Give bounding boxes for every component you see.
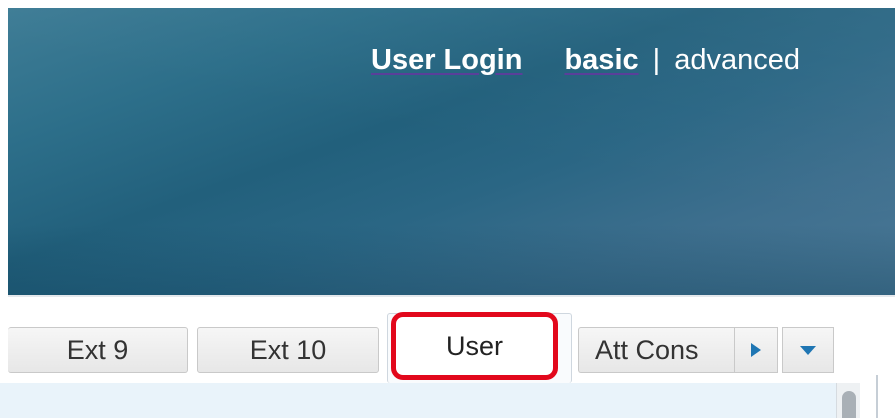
tab-ext-9[interactable]: Ext 9 bbox=[8, 327, 188, 373]
triangle-down-icon bbox=[800, 345, 816, 355]
tab-scroll-right-button[interactable] bbox=[734, 327, 778, 373]
tab-att-console[interactable]: Att Cons bbox=[578, 327, 734, 373]
triangle-right-icon bbox=[751, 343, 761, 357]
advanced-view-link[interactable]: advanced bbox=[674, 44, 800, 77]
tab-user[interactable]: User bbox=[391, 312, 558, 380]
top-links: User Login basic | advanced bbox=[371, 40, 800, 80]
scrollbar-thumb[interactable] bbox=[842, 391, 856, 418]
content-area bbox=[0, 383, 895, 418]
tab-ext-10[interactable]: Ext 10 bbox=[197, 327, 379, 373]
right-rail-divider bbox=[876, 375, 878, 418]
links-separator: | bbox=[652, 43, 661, 76]
tab-list-menu-button[interactable] bbox=[782, 327, 834, 373]
tab-bar-top-border bbox=[8, 295, 895, 297]
basic-view-link[interactable]: basic bbox=[564, 44, 638, 77]
tab-bar: Ext 9 Ext 10 User Att Cons bbox=[0, 295, 895, 418]
user-login-link[interactable]: User Login bbox=[371, 44, 522, 77]
header-shadow-band bbox=[8, 225, 895, 295]
page-frame-top bbox=[0, 0, 895, 8]
